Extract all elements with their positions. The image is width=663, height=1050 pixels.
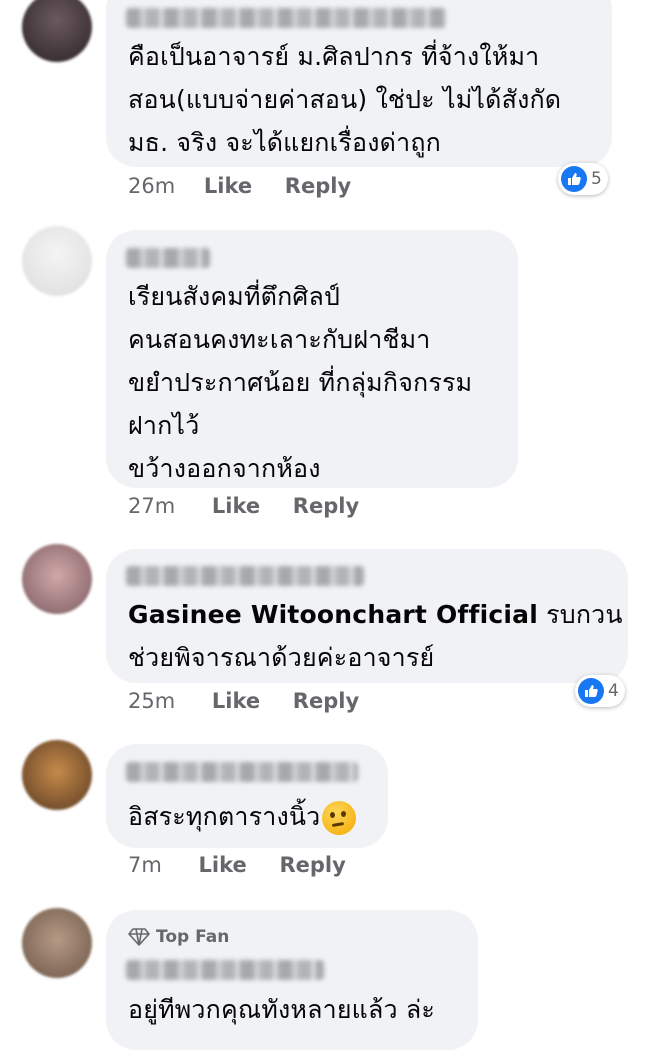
commenter-name[interactable] xyxy=(126,566,364,586)
comment-actions: 7m Like Reply xyxy=(128,853,346,877)
reaction-count-value: 4 xyxy=(608,681,619,701)
comment-timestamp[interactable]: 25m xyxy=(128,689,175,713)
avatar[interactable] xyxy=(22,0,92,62)
reply-button[interactable]: Reply xyxy=(293,494,359,518)
commenter-name[interactable] xyxy=(126,762,358,782)
like-reaction-icon xyxy=(561,166,587,192)
reply-button[interactable]: Reply xyxy=(293,689,359,713)
comment-text: เรียนสังคมที่ตึกศิลป์ คนสอนคงทะเลาะกับฝา… xyxy=(128,282,473,483)
mention-link[interactable]: Gasinee Witoonchart Official xyxy=(128,600,538,629)
like-button[interactable]: Like xyxy=(199,853,247,877)
comment-text: อยู่ทีพวกคุณทังหลายแล้ว ล่ะ xyxy=(128,995,436,1024)
top-fan-badge: Top Fan xyxy=(128,927,229,947)
commenter-name[interactable] xyxy=(126,960,324,980)
comment-text: Gasinee Witoonchart Official รบกวน ช่วยพ… xyxy=(128,600,623,672)
avatar[interactable] xyxy=(22,226,92,296)
comment-text: คือเป็นอาจารย์ ม.ศิลปากร ที่จ้างให้มา สอ… xyxy=(128,42,562,157)
avatar[interactable] xyxy=(22,544,92,614)
reaction-count[interactable]: 5 xyxy=(558,163,608,195)
comment-timestamp[interactable]: 27m xyxy=(128,494,175,518)
diamond-icon xyxy=(128,928,150,946)
comment-timestamp[interactable]: 26m xyxy=(128,174,175,198)
thinking-face-emoji-icon xyxy=(322,801,357,835)
reaction-count[interactable]: 4 xyxy=(575,675,625,707)
comment-actions: 25m Like Reply xyxy=(128,689,359,713)
like-button[interactable]: Like xyxy=(204,174,252,198)
comment-text: อิสระทุกตารางนิ้ว xyxy=(128,795,357,838)
like-button[interactable]: Like xyxy=(212,689,260,713)
commenter-name[interactable] xyxy=(126,8,446,28)
avatar[interactable] xyxy=(22,908,92,978)
reply-button[interactable]: Reply xyxy=(285,174,351,198)
avatar[interactable] xyxy=(22,740,92,810)
comment-actions: 26m Like Reply xyxy=(128,174,351,198)
comment-timestamp[interactable]: 7m xyxy=(128,853,162,877)
like-reaction-icon xyxy=(578,678,604,704)
commenter-name[interactable] xyxy=(126,248,210,268)
comment-actions: 27m Like Reply xyxy=(128,494,359,518)
like-button[interactable]: Like xyxy=(212,494,260,518)
reply-button[interactable]: Reply xyxy=(279,853,345,877)
reaction-count-value: 5 xyxy=(591,169,602,189)
